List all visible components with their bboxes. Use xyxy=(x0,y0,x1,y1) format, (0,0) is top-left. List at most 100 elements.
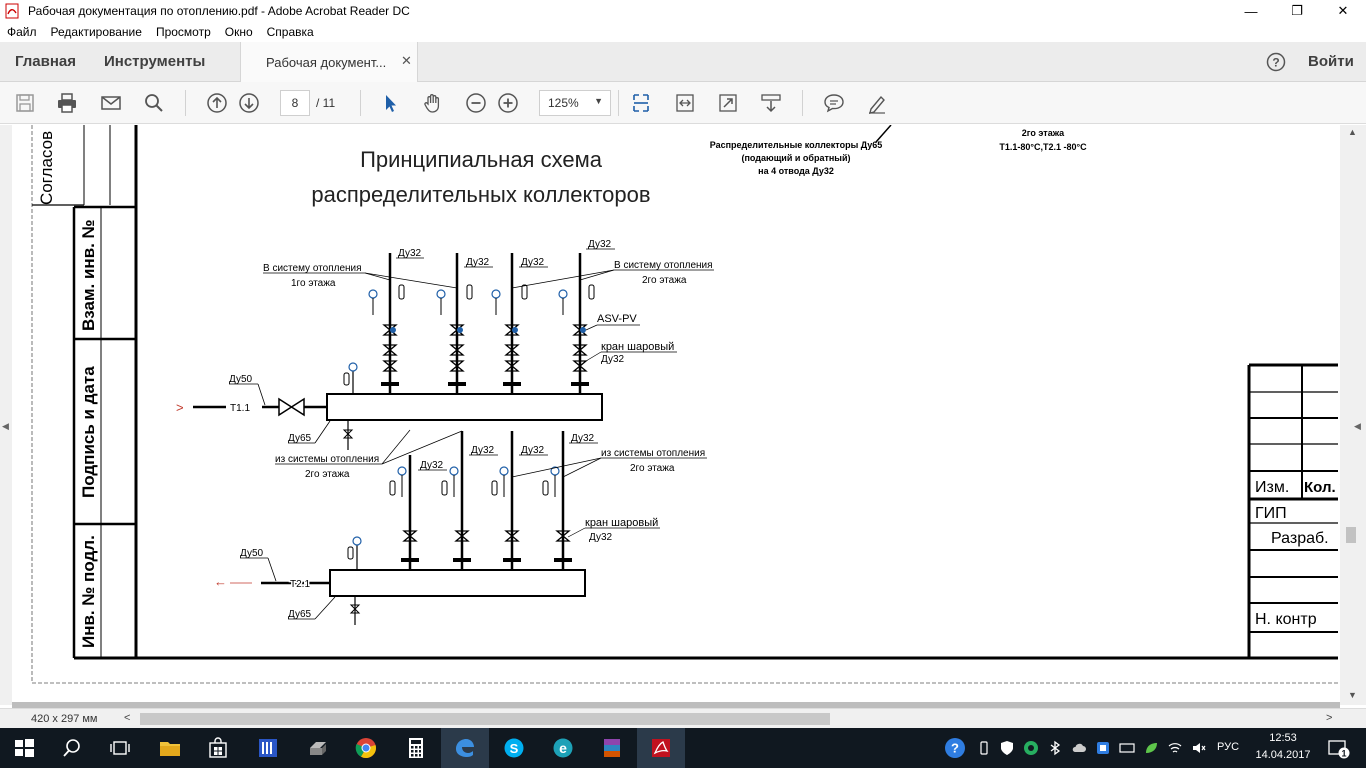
ie-icon[interactable]: e xyxy=(539,728,587,768)
help-icon[interactable]: ? xyxy=(1266,52,1286,72)
right-panel-toggle-icon[interactable]: ◀ xyxy=(1354,421,1361,432)
stamp-nkontr: Н. контр xyxy=(1255,611,1317,628)
library-icon[interactable] xyxy=(244,728,292,768)
search-icon[interactable] xyxy=(48,728,96,768)
sign-icon[interactable] xyxy=(865,91,889,115)
drawing-page: Согласов Взам. инв. № Подпись и дата Инв… xyxy=(31,125,1340,684)
clock-time[interactable]: 12:53 xyxy=(1256,732,1310,744)
scroll-thumb[interactable] xyxy=(1346,527,1356,543)
document-tab-label: Рабочая документ... xyxy=(266,55,387,70)
vertical-scrollbar[interactable]: ▲ ◀ ▼ xyxy=(1340,125,1366,705)
shield-icon[interactable] xyxy=(998,739,1016,757)
calculator-icon[interactable] xyxy=(392,728,440,768)
task-view-icon[interactable] xyxy=(96,728,144,768)
zoom-in-icon[interactable] xyxy=(496,91,520,115)
winrar-icon[interactable] xyxy=(588,728,636,768)
scroll-right-icon[interactable]: > xyxy=(1326,712,1332,724)
select-cursor-icon[interactable] xyxy=(378,91,402,115)
side-label-podpis: Подпись и дата xyxy=(79,366,98,498)
notification-count: 1 xyxy=(1341,749,1346,759)
page-number-input[interactable]: 8 xyxy=(280,90,310,116)
menu-view[interactable]: Просмотр xyxy=(149,25,218,39)
zoom-value: 125% xyxy=(548,96,579,110)
horizontal-scroll-thumb[interactable] xyxy=(140,713,830,725)
menu-file[interactable]: Файл xyxy=(0,25,44,39)
bluetooth-icon[interactable] xyxy=(1046,739,1064,757)
toolbar-separator xyxy=(185,90,186,116)
nav-tools[interactable]: Инструменты xyxy=(104,53,205,70)
comment-icon[interactable] xyxy=(822,91,846,115)
clock-date[interactable]: 14.04.2017 xyxy=(1254,749,1312,761)
supply-du32-label: Ду32 xyxy=(466,257,490,268)
top-right-line1: 2го этажа xyxy=(1022,128,1065,138)
store-icon[interactable] xyxy=(194,728,242,768)
antivirus-icon[interactable] xyxy=(1022,739,1040,757)
status-bar: 420 x 297 мм < > xyxy=(0,708,1366,728)
read-mode-icon[interactable] xyxy=(759,91,783,115)
search-icon[interactable] xyxy=(142,91,166,115)
print-icon[interactable] xyxy=(55,91,79,115)
supply-header-du: Ду65 xyxy=(288,433,312,444)
supply-du32-label: Ду32 xyxy=(588,239,612,250)
supply-floor-1: 1го этажа xyxy=(291,278,336,289)
page-up-icon[interactable] xyxy=(205,91,229,115)
zoom-out-icon[interactable] xyxy=(464,91,488,115)
return-du32-label: Ду32 xyxy=(471,445,495,456)
menu-bar: Файл Редактирование Просмотр Окно Справк… xyxy=(0,22,1366,42)
return-ball-valve-du: Ду32 xyxy=(589,532,613,543)
fit-page-icon[interactable] xyxy=(629,91,653,115)
email-icon[interactable] xyxy=(99,91,123,115)
menu-help[interactable]: Справка xyxy=(260,25,321,39)
acrobat-taskbar-icon[interactable] xyxy=(637,728,685,768)
update-icon[interactable] xyxy=(1094,739,1112,757)
restore-button[interactable]: ❐ xyxy=(1274,0,1320,22)
windows-start-icon[interactable] xyxy=(0,728,48,768)
fit-width-icon[interactable] xyxy=(673,91,697,115)
taskbar: S e ? РУС 12:53 14.04.2017 1 xyxy=(0,728,1366,768)
hand-tool-icon[interactable] xyxy=(421,91,445,115)
inlet-arrow-icon: > xyxy=(176,400,184,415)
save-icon[interactable] xyxy=(13,91,37,115)
zoom-select[interactable]: 125% ▼ xyxy=(539,90,611,116)
stamp-kol: Кол. у xyxy=(1304,479,1340,496)
close-window-button[interactable]: ✕ xyxy=(1320,0,1366,22)
display-icon[interactable] xyxy=(1118,739,1136,757)
supply-to-system-1: В систему отопления xyxy=(263,263,362,274)
input-language[interactable]: РУС xyxy=(1217,741,1239,753)
wifi-icon[interactable] xyxy=(1166,739,1184,757)
return-floor-2: 2го этажа xyxy=(630,463,675,474)
file-explorer-icon[interactable] xyxy=(146,728,194,768)
page-size: 420 x 297 мм xyxy=(31,713,98,725)
scroll-up-icon[interactable]: ▲ xyxy=(1348,127,1357,137)
help-tray-icon[interactable]: ? xyxy=(944,737,966,759)
document-tab[interactable]: Рабочая документ... ✕ xyxy=(240,42,418,82)
skype-icon[interactable]: S xyxy=(490,728,538,768)
chrome-icon[interactable] xyxy=(342,728,390,768)
document-view[interactable]: Согласов Взам. инв. № Подпись и дата Инв… xyxy=(0,125,1366,727)
minimize-button[interactable]: — xyxy=(1228,0,1274,22)
full-screen-icon[interactable] xyxy=(716,91,740,115)
notifications-icon[interactable]: 1 xyxy=(1326,736,1350,760)
usb-icon[interactable] xyxy=(975,739,993,757)
nav-home[interactable]: Главная xyxy=(15,53,76,70)
outlet-du: Ду50 xyxy=(240,548,264,559)
cloud-icon[interactable] xyxy=(1070,739,1088,757)
menu-window[interactable]: Окно xyxy=(218,25,260,39)
chevron-left-icon: ◀ xyxy=(2,421,9,431)
close-tab-icon[interactable]: ✕ xyxy=(401,53,412,69)
leaf-icon[interactable] xyxy=(1142,739,1160,757)
toolbar xyxy=(0,82,1366,124)
return-du32-label: Ду32 xyxy=(521,445,545,456)
sign-in-button[interactable]: Войти xyxy=(1308,53,1354,70)
volume-icon[interactable] xyxy=(1190,739,1208,757)
scroll-down-icon[interactable]: ▼ xyxy=(1348,690,1357,700)
page-down-icon[interactable] xyxy=(237,91,261,115)
return-branch xyxy=(441,431,471,570)
top-note-line3: на 4 отвода Ду32 xyxy=(758,166,834,176)
stamp-gip: ГИП xyxy=(1255,505,1287,522)
edge-icon[interactable] xyxy=(441,728,489,768)
menu-edit[interactable]: Редактирование xyxy=(44,25,149,39)
left-panel-toggle[interactable]: ◀ xyxy=(0,125,12,705)
printer-app-icon[interactable] xyxy=(294,728,342,768)
scroll-left-icon[interactable]: < xyxy=(124,712,130,724)
